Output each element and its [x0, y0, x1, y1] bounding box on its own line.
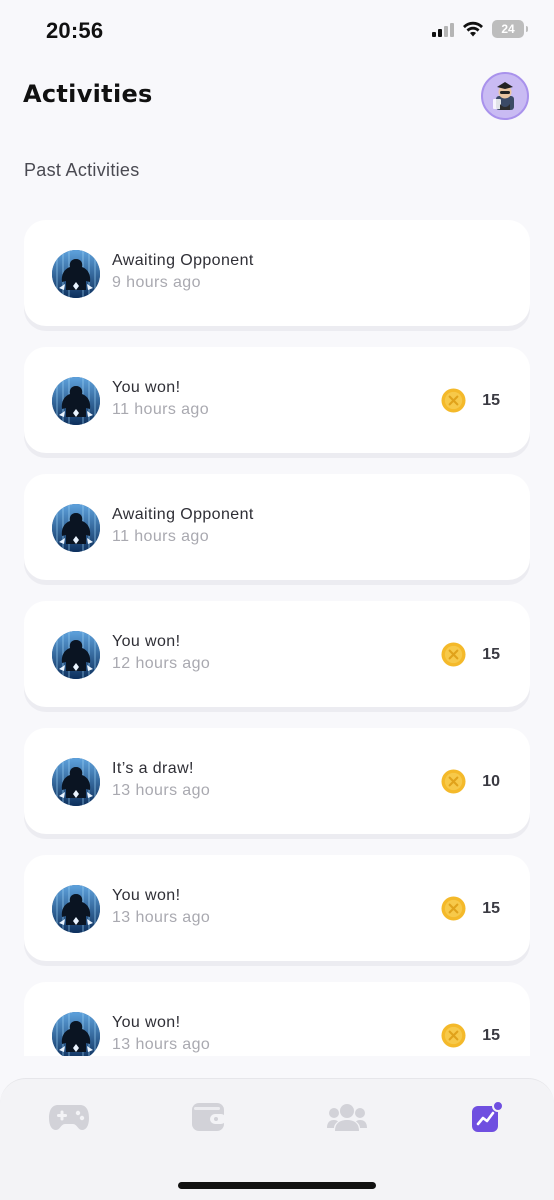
coin-reward: 10: [441, 769, 500, 794]
coin-amount: 15: [482, 899, 500, 917]
coin-icon: [441, 642, 466, 667]
status-time: 20:56: [46, 18, 104, 43]
activity-title: Awaiting Opponent: [112, 506, 254, 523]
activity-time: 13 hours ago: [112, 1036, 211, 1053]
activity-text: Awaiting Opponent 9 hours ago: [112, 252, 254, 292]
status-icons: 24: [432, 20, 528, 38]
activity-title: Awaiting Opponent: [112, 252, 254, 269]
activity-text: You won! 11 hours ago: [112, 379, 209, 419]
activity-text: You won! 13 hours ago: [112, 887, 210, 927]
activities-screen: 20:56 24 Activities Past Activities Awai…: [0, 0, 554, 1200]
notification-badge: [492, 1100, 504, 1112]
activity-time: 9 hours ago: [112, 274, 201, 291]
friends-icon: [327, 1104, 367, 1131]
tab-activities[interactable]: [464, 1099, 508, 1135]
activity-time: 12 hours ago: [112, 655, 211, 672]
wallet-icon: [192, 1103, 226, 1131]
coin-icon: [441, 769, 466, 794]
battery-icon: 24: [492, 20, 528, 38]
activity-card[interactable]: Awaiting Opponent 9 hours ago: [24, 220, 530, 326]
activity-text: You won! 12 hours ago: [112, 633, 210, 673]
activity-card[interactable]: Awaiting Opponent 11 hours ago: [24, 474, 530, 580]
coin-icon: [441, 896, 466, 921]
activity-time: 11 hours ago: [112, 401, 210, 418]
game-avatar-icon: [52, 504, 100, 552]
coin-reward: 15: [441, 642, 500, 667]
activity-card[interactable]: You won! 13 hours ago 15: [24, 855, 530, 961]
game-avatar-icon: [52, 885, 100, 933]
tab-games[interactable]: [47, 1099, 91, 1135]
game-avatar-icon: [52, 758, 100, 806]
page-title: Activities: [23, 80, 153, 108]
activity-title: You won!: [112, 633, 181, 650]
cellular-signal-icon: [432, 21, 454, 37]
activity-card[interactable]: You won! 12 hours ago 15: [24, 601, 530, 707]
profile-avatar[interactable]: [481, 72, 529, 120]
home-indicator: [178, 1182, 376, 1189]
activity-time: 13 hours ago: [112, 909, 211, 926]
gamepad-icon: [49, 1105, 89, 1130]
activity-list[interactable]: Awaiting Opponent 9 hours ago You won! 1…: [24, 220, 530, 1056]
activity-title: You won!: [112, 1014, 181, 1031]
battery-level: 24: [501, 22, 515, 36]
activity-title: You won!: [112, 379, 181, 396]
coin-amount: 15: [482, 645, 500, 663]
activity-time: 13 hours ago: [112, 782, 211, 799]
activity-title: It’s a draw!: [112, 760, 194, 777]
coin-amount: 15: [482, 1026, 500, 1044]
tab-friends[interactable]: [325, 1099, 369, 1135]
section-heading: Past Activities: [24, 160, 140, 180]
game-avatar-icon: [52, 377, 100, 425]
activity-text: Awaiting Opponent 11 hours ago: [112, 506, 254, 546]
coin-amount: 10: [482, 772, 500, 790]
game-avatar-icon: [52, 250, 100, 298]
activity-text: It’s a draw! 13 hours ago: [112, 760, 210, 800]
activity-card[interactable]: You won! 11 hours ago 15: [24, 347, 530, 453]
coin-amount: 15: [482, 391, 500, 409]
activity-title: You won!: [112, 887, 181, 904]
status-bar: 20:56 24: [0, 0, 554, 60]
activity-card[interactable]: It’s a draw! 13 hours ago 10: [24, 728, 530, 834]
tab-wallet[interactable]: [186, 1099, 230, 1135]
coin-icon: [441, 1023, 466, 1048]
game-avatar-icon: [52, 1012, 100, 1056]
wifi-icon: [463, 21, 483, 37]
activity-text: You won! 13 hours ago: [112, 1014, 210, 1054]
coin-reward: 15: [441, 1023, 500, 1048]
activity-time: 11 hours ago: [112, 528, 210, 545]
activity-card[interactable]: You won! 13 hours ago 15: [24, 982, 530, 1056]
coin-reward: 15: [441, 896, 500, 921]
activity-chart-icon: [472, 1100, 504, 1132]
coin-reward: 15: [441, 388, 500, 413]
user-avatar-icon: [483, 74, 527, 118]
game-avatar-icon: [52, 631, 100, 679]
coin-icon: [441, 388, 466, 413]
